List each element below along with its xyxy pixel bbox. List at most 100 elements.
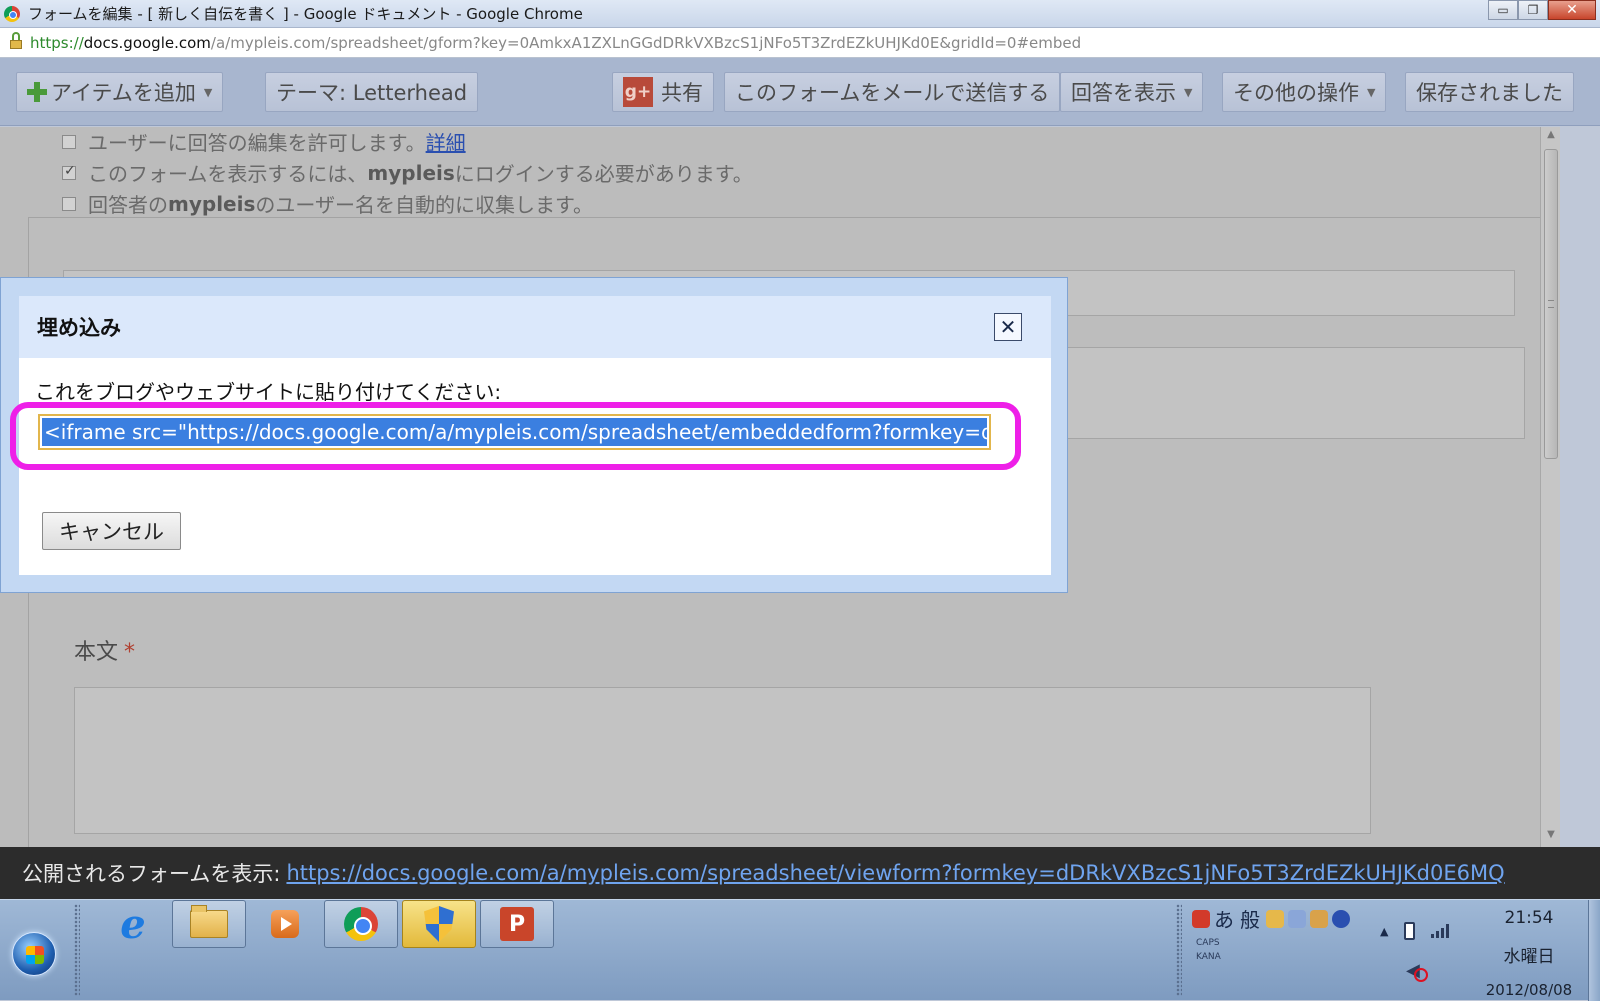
- caps-indicator: CAPS: [1196, 938, 1220, 948]
- setting-require-login: このフォームを表示するには、 mypleis にログインする必要があります。: [62, 158, 753, 187]
- collect-suffix: のユーザー名を自動的に収集します。: [255, 193, 593, 217]
- explorer-button[interactable]: [172, 900, 246, 948]
- embed-code-text: <iframe src="https://docs.google.com/a/m…: [42, 418, 987, 446]
- chrome-icon: [4, 5, 20, 22]
- tray-grip: [1176, 904, 1182, 996]
- media-player-icon: [271, 910, 299, 938]
- collect-domain: mypleis: [168, 191, 256, 216]
- public-form-bar: 公開されるフォームを表示: https://docs.google.com/a/…: [0, 847, 1600, 899]
- cancel-button[interactable]: キャンセル: [42, 512, 181, 550]
- allow-edit-label: ユーザーに回答の編集を許可します。: [88, 131, 426, 155]
- show-hidden-icons[interactable]: ▲: [1380, 925, 1388, 938]
- details-link[interactable]: 詳細: [426, 127, 466, 156]
- scroll-thumb[interactable]: [1544, 149, 1558, 459]
- window-title: フォームを編集 - [ 新しく自伝を書く ] - Google ドキュメント -…: [28, 5, 583, 23]
- ime-logo-icon: [1192, 909, 1210, 928]
- form-editor-toolbar: アイテムを追加 ▼ テーマ: Letterhead g+ 共有 このフォームをメ…: [0, 58, 1600, 126]
- url-path: /a/mypleis.com/spreadsheet/gform?key=0Am…: [210, 33, 1082, 52]
- ime-mode[interactable]: あ: [1214, 904, 1234, 933]
- embed-dialog-body: 埋め込み ✕ これをブログやウェブサイトに貼り付けてください: <iframe …: [10, 296, 1051, 575]
- taskbar-clock[interactable]: 21:54 水曜日 2012/08/08: [1470, 900, 1588, 999]
- help-icon[interactable]: [1332, 909, 1350, 928]
- required-mark: *: [124, 640, 136, 665]
- chevron-down-icon: ▼: [203, 85, 213, 99]
- share-label: 共有: [661, 81, 703, 105]
- allow-edit-checkbox[interactable]: [62, 134, 76, 149]
- require-login-checkbox[interactable]: [62, 163, 76, 180]
- scroll-up-arrow[interactable]: ▲: [1541, 129, 1561, 145]
- address-bar[interactable]: https://docs.google.com/a/mypleis.com/sp…: [0, 28, 1600, 58]
- security-button[interactable]: [402, 900, 476, 948]
- embed-dialog: 埋め込み ✕ これをブログやウェブサイトに貼り付けてください: <iframe …: [0, 277, 1068, 593]
- embed-instruction: これをブログやウェブサイトに貼り付けてください:: [35, 380, 502, 404]
- saved-status-button[interactable]: 保存されました: [1405, 72, 1574, 112]
- chevron-down-icon: ▼: [1367, 85, 1376, 99]
- chevron-down-icon: ▼: [1184, 85, 1193, 99]
- plus-icon: [27, 82, 47, 102]
- google-plus-icon: g+: [623, 77, 653, 107]
- kana-indicator: KANA: [1196, 952, 1221, 962]
- body-field-label: 本文 *: [74, 634, 135, 666]
- public-form-label: 公開されるフォームを表示:: [22, 862, 281, 886]
- tray-icons: ▲: [1380, 922, 1450, 940]
- require-login-suffix: にログインする必要があります。: [454, 162, 753, 186]
- ime-tools-icon[interactable]: [1310, 909, 1328, 928]
- scroll-down-arrow[interactable]: ▼: [1541, 829, 1561, 845]
- collect-username-checkbox[interactable]: [62, 196, 76, 211]
- internet-explorer-button[interactable]: e: [96, 900, 170, 948]
- folder-icon: [190, 905, 228, 938]
- view-responses-button[interactable]: 回答を表示 ▼: [1060, 72, 1204, 112]
- speaker-muted-icon[interactable]: ◀: [1406, 960, 1428, 982]
- page-scrollbar[interactable]: ▲ ▼: [1540, 127, 1560, 847]
- embed-dialog-header: 埋め込み ✕: [19, 296, 1051, 358]
- windows-start-icon[interactable]: [12, 932, 56, 976]
- chrome-icon: [344, 907, 378, 941]
- security-shield-icon: [424, 906, 454, 942]
- ime-dictionary-icon[interactable]: [1266, 909, 1284, 928]
- chrome-taskbar-button[interactable]: [324, 900, 398, 948]
- internet-explorer-icon: e: [120, 900, 146, 948]
- ime-bar[interactable]: あ 般: [1192, 904, 1354, 933]
- taskbar-grip: [74, 904, 80, 996]
- close-icon[interactable]: ✕: [994, 313, 1022, 341]
- url-host: docs.google.com: [83, 33, 211, 52]
- add-item-button[interactable]: アイテムを追加 ▼: [16, 72, 224, 112]
- clock-date: 2012/08/08: [1485, 981, 1573, 999]
- setting-allow-edit: ユーザーに回答の編集を許可します。 詳細: [62, 127, 466, 156]
- clock-time: 21:54: [1504, 908, 1554, 928]
- ime-type[interactable]: 般: [1240, 904, 1260, 933]
- lock-icon[interactable]: [10, 31, 22, 49]
- share-button[interactable]: g+ 共有: [612, 72, 714, 112]
- body-label-text: 本文: [74, 640, 119, 665]
- setting-collect-username: 回答者の mypleis のユーザー名を自動的に収集します。: [62, 189, 593, 218]
- more-actions-button[interactable]: その他の操作 ▼: [1222, 72, 1387, 112]
- powerpoint-button[interactable]: P: [480, 900, 554, 948]
- body-textarea[interactable]: [74, 687, 1371, 834]
- public-form-link[interactable]: https://docs.google.com/a/mypleis.com/sp…: [286, 861, 1504, 885]
- window-titlebar: フォームを編集 - [ 新しく自伝を書く ] - Google ドキュメント -…: [0, 0, 1600, 28]
- signal-icon[interactable]: [1431, 924, 1450, 938]
- theme-button[interactable]: テーマ: Letterhead: [265, 72, 479, 112]
- close-window-button[interactable]: ✕: [1548, 0, 1596, 20]
- require-login-prefix: このフォームを表示するには、: [88, 162, 368, 186]
- collect-prefix: 回答者の: [88, 193, 168, 217]
- ime-pad-icon[interactable]: [1288, 909, 1306, 928]
- battery-icon[interactable]: [1404, 922, 1416, 940]
- view-responses-label: 回答を表示: [1071, 81, 1176, 105]
- require-login-domain: mypleis: [367, 160, 455, 185]
- powerpoint-icon: P: [500, 907, 534, 941]
- windows-taskbar: e P あ 般 CAPS KANA ▲ ◀ 21:54 水曜日 2012/08/…: [0, 899, 1600, 1001]
- url-text[interactable]: https://docs.google.com/a/mypleis.com/sp…: [30, 34, 1081, 52]
- minimize-button[interactable]: ▭: [1488, 0, 1518, 20]
- window-controls: ▭ ❐ ✕: [1488, 0, 1596, 20]
- show-desktop-button[interactable]: [1588, 900, 1600, 1001]
- restore-button[interactable]: ❐: [1518, 0, 1548, 20]
- embed-code-field[interactable]: <iframe src="https://docs.google.com/a/m…: [38, 414, 991, 450]
- add-item-label: アイテムを追加: [51, 81, 196, 105]
- email-form-button[interactable]: このフォームをメールで送信する: [724, 72, 1061, 112]
- url-scheme: https://: [30, 33, 84, 52]
- more-actions-label: その他の操作: [1233, 81, 1359, 105]
- embed-dialog-title: 埋め込み: [37, 316, 121, 340]
- media-player-button[interactable]: [248, 900, 322, 948]
- clock-day: 水曜日: [1503, 947, 1555, 967]
